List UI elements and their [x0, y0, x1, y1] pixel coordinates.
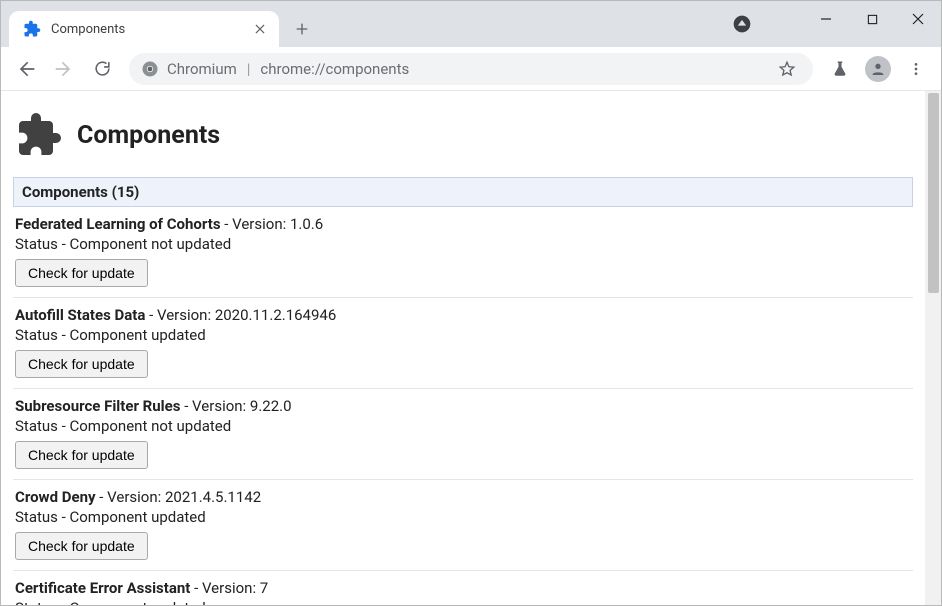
address-bar[interactable]: Chromium | chrome://components	[129, 53, 813, 85]
minimize-button[interactable]	[803, 3, 849, 35]
scroll-thumb[interactable]	[928, 93, 939, 293]
url-text: chrome://components	[260, 60, 773, 78]
browser-tab[interactable]: Components	[9, 11, 279, 47]
maximize-button[interactable]	[849, 3, 895, 35]
toolbar: Chromium | chrome://components	[1, 47, 941, 91]
component-status: Status - Component not updated	[15, 235, 911, 253]
site-name: Chromium	[167, 60, 237, 78]
component-item: Certificate Error Assistant - Version: 7…	[13, 571, 913, 605]
check-update-button[interactable]: Check for update	[15, 350, 148, 378]
content-area: Components Components (15) Federated Lea…	[1, 91, 941, 605]
component-version: - Version: 7	[190, 579, 268, 597]
titlebar: Components	[1, 1, 941, 47]
component-item: Subresource Filter Rules - Version: 9.22…	[13, 389, 913, 480]
check-update-button[interactable]: Check for update	[15, 532, 148, 560]
profile-badge-icon	[731, 13, 753, 35]
site-chip: Chromium |	[141, 60, 260, 78]
separator: |	[247, 60, 251, 78]
extension-icon	[23, 20, 41, 38]
window-controls	[803, 1, 941, 37]
avatar-icon	[865, 56, 891, 82]
component-version: - Version: 9.22.0	[180, 397, 291, 415]
chromium-icon	[141, 60, 159, 78]
bookmark-button[interactable]	[773, 52, 801, 86]
browser-window: Components	[0, 0, 942, 606]
component-name: Autofill States Data	[15, 306, 145, 324]
extension-icon	[15, 111, 63, 159]
labs-button[interactable]	[823, 52, 857, 86]
component-status: Status - Component updated	[15, 599, 911, 605]
reload-button[interactable]	[85, 52, 119, 86]
check-update-button[interactable]: Check for update	[15, 259, 148, 287]
menu-button[interactable]	[899, 52, 933, 86]
forward-button[interactable]	[47, 52, 81, 86]
tab-close-button[interactable]	[251, 20, 269, 38]
component-title-line: Autofill States Data - Version: 2020.11.…	[15, 306, 911, 324]
component-item: Federated Learning of Cohorts - Version:…	[13, 207, 913, 298]
check-update-button[interactable]: Check for update	[15, 441, 148, 469]
component-version: - Version: 2021.4.5.1142	[96, 488, 262, 506]
component-status: Status - Component not updated	[15, 417, 911, 435]
component-name: Subresource Filter Rules	[15, 397, 180, 415]
tab-title: Components	[51, 22, 251, 37]
page-title: Components	[77, 121, 220, 150]
vertical-scrollbar[interactable]	[925, 91, 941, 605]
component-item: Autofill States Data - Version: 2020.11.…	[13, 298, 913, 389]
component-name: Certificate Error Assistant	[15, 579, 190, 597]
component-title-line: Federated Learning of Cohorts - Version:…	[15, 215, 911, 233]
component-name: Federated Learning of Cohorts	[15, 215, 221, 233]
page-content: Components Components (15) Federated Lea…	[1, 91, 925, 605]
component-title-line: Crowd Deny - Version: 2021.4.5.1142	[15, 488, 911, 506]
component-version: - Version: 2020.11.2.164946	[145, 306, 336, 324]
component-title-line: Subresource Filter Rules - Version: 9.22…	[15, 397, 911, 415]
component-name: Crowd Deny	[15, 488, 96, 506]
close-window-button[interactable]	[895, 3, 941, 35]
section-header: Components (15)	[13, 177, 913, 207]
component-item: Crowd Deny - Version: 2021.4.5.1142 Statu…	[13, 480, 913, 571]
back-button[interactable]	[9, 52, 43, 86]
page-header: Components	[13, 105, 913, 177]
component-title-line: Certificate Error Assistant - Version: 7	[15, 579, 911, 597]
component-status: Status - Component updated	[15, 326, 911, 344]
component-version: - Version: 1.0.6	[221, 215, 324, 233]
profile-button[interactable]	[861, 52, 895, 86]
component-status: Status - Component updated	[15, 508, 911, 526]
component-list: Federated Learning of Cohorts - Version:…	[13, 207, 913, 605]
new-tab-button[interactable]	[287, 14, 317, 44]
